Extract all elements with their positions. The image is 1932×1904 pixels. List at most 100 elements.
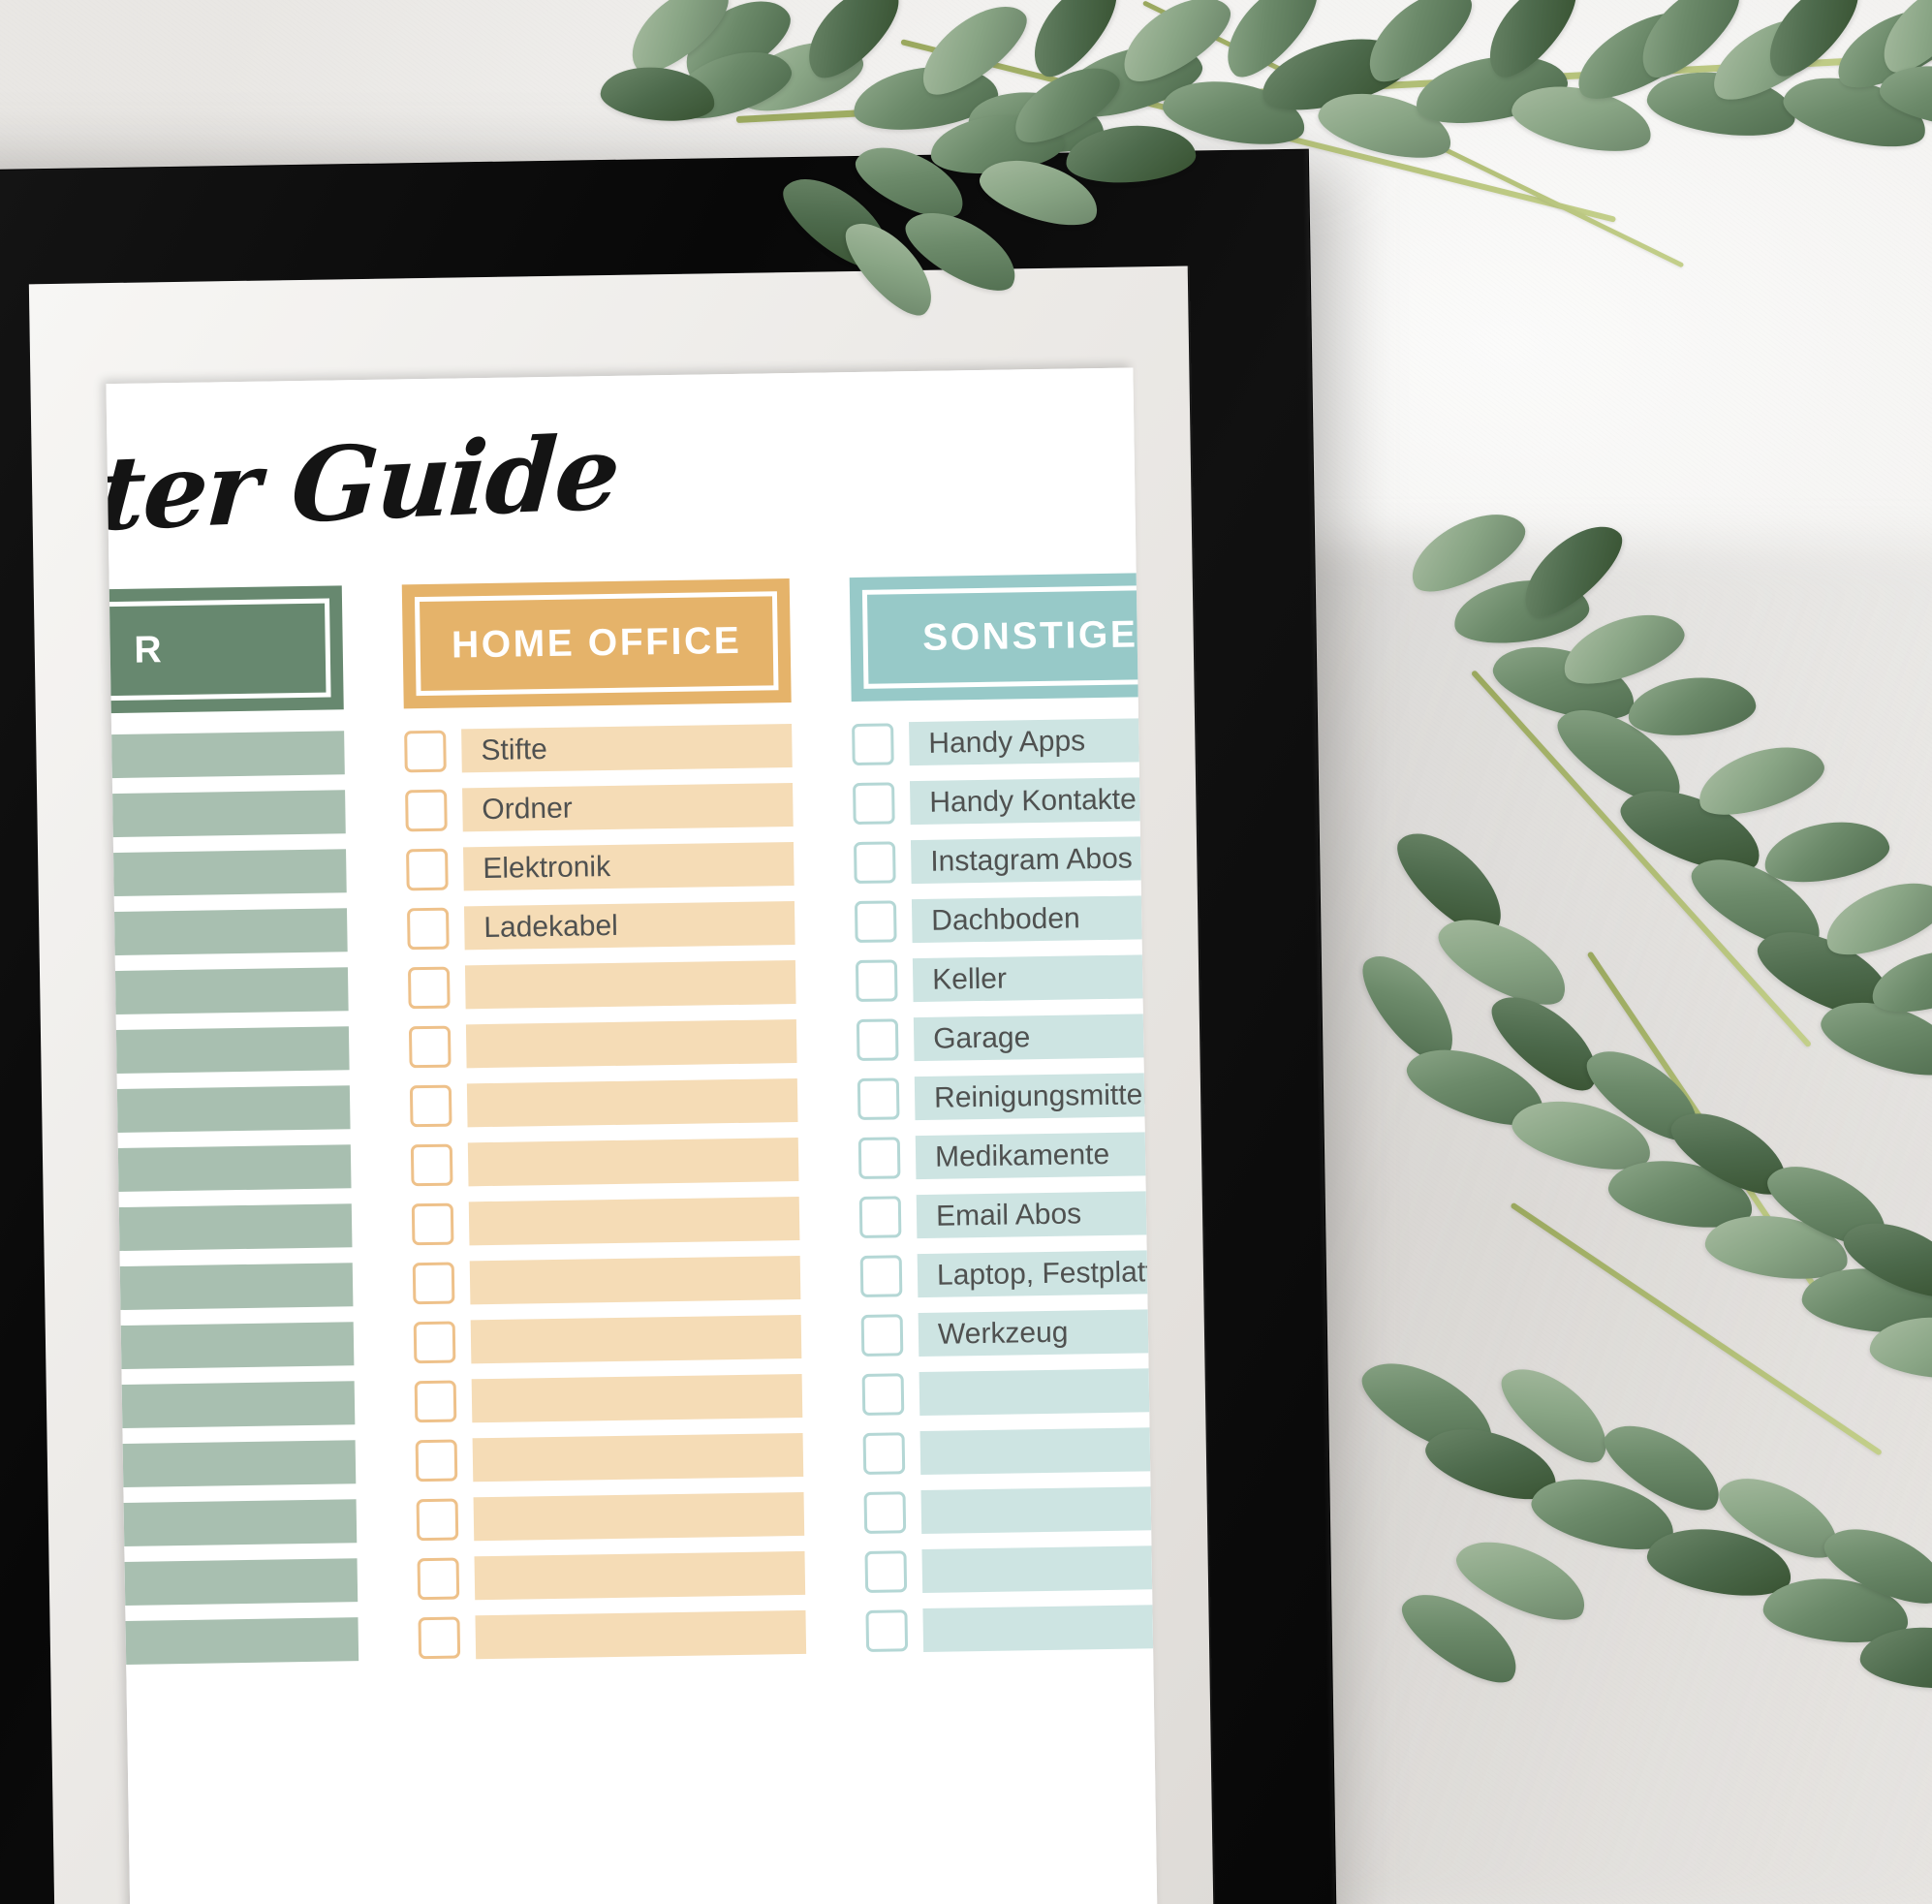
list-item[interactable]: [106, 1263, 354, 1312]
list-item[interactable]: [417, 1550, 806, 1601]
list-item[interactable]: [862, 1425, 1158, 1476]
checkbox[interactable]: [854, 900, 897, 944]
list-item[interactable]: [415, 1432, 804, 1483]
list-item[interactable]: [865, 1603, 1158, 1653]
list-item-label: Werkzeug: [918, 1307, 1158, 1358]
frame-mat: clutter Guide R HOME OFFICE Stifte Ordne…: [28, 265, 1214, 1904]
checkbox[interactable]: [416, 1498, 459, 1542]
list-item[interactable]: Garage: [856, 1012, 1158, 1062]
checkbox[interactable]: [410, 1143, 453, 1187]
checkbox[interactable]: [413, 1321, 456, 1364]
checkbox[interactable]: [864, 1550, 908, 1593]
checkbox[interactable]: [856, 1018, 899, 1062]
list-item[interactable]: Medikamente: [857, 1130, 1158, 1180]
checkbox[interactable]: [412, 1262, 455, 1305]
checkbox[interactable]: [860, 1314, 904, 1357]
list-item[interactable]: [106, 1085, 351, 1135]
list-item[interactable]: [412, 1255, 801, 1305]
list-item-label: [468, 1196, 800, 1246]
list-item[interactable]: [407, 960, 796, 1010]
checkbox[interactable]: [415, 1439, 458, 1483]
checkbox[interactable]: [859, 1255, 903, 1297]
list-item[interactable]: [106, 731, 345, 780]
checkbox[interactable]: [409, 1084, 452, 1128]
list-item[interactable]: [106, 1381, 356, 1430]
list-item[interactable]: Handy Apps: [852, 716, 1158, 766]
list-item-label: [470, 1314, 802, 1364]
list-item[interactable]: Laptop, Festplatte: [859, 1248, 1158, 1298]
checkbox[interactable]: [853, 782, 895, 826]
checkbox[interactable]: [863, 1491, 907, 1534]
checkbox[interactable]: [406, 907, 450, 951]
list-item[interactable]: [416, 1491, 805, 1542]
checkbox[interactable]: [857, 1137, 901, 1180]
checkbox[interactable]: [408, 1025, 452, 1069]
list-item-label: Ladekabel: [463, 901, 795, 951]
list-item[interactable]: [418, 1609, 807, 1660]
list-item[interactable]: [106, 1558, 358, 1607]
checkbox[interactable]: [414, 1380, 457, 1423]
list-item-label: [471, 1373, 803, 1423]
checkbox[interactable]: [865, 1609, 909, 1652]
list-item[interactable]: Ordner: [405, 783, 794, 832]
list-item[interactable]: [409, 1077, 798, 1128]
list-item[interactable]: Instagram Abos: [853, 834, 1158, 885]
column-header-label: HOME OFFICE: [451, 619, 742, 667]
list-item[interactable]: [413, 1314, 802, 1364]
list-item[interactable]: Reinigungsmittel: [857, 1071, 1158, 1121]
checkbox[interactable]: [862, 1432, 906, 1475]
list-item[interactable]: Ladekabel: [406, 901, 795, 951]
list-item-label: [472, 1432, 804, 1483]
list-item[interactable]: Dachboden: [854, 893, 1158, 944]
list-item[interactable]: Stifte: [404, 724, 793, 773]
list-item[interactable]: [863, 1484, 1158, 1535]
list-item-label: [919, 1425, 1158, 1476]
wall-shadow-gradient: [1250, 543, 1932, 1904]
list-item[interactable]: Email Abos: [858, 1189, 1158, 1239]
checkbox[interactable]: [853, 841, 896, 885]
checklist-columns: R HOME OFFICE Stifte Ordner Elektronik L…: [106, 571, 1158, 1668]
checkbox[interactable]: [855, 959, 898, 1003]
list-item-label: [106, 1558, 358, 1607]
checkbox[interactable]: [418, 1616, 461, 1660]
checkbox[interactable]: [852, 723, 894, 766]
list-item[interactable]: [106, 1026, 350, 1076]
checkbox[interactable]: [857, 1077, 900, 1121]
list-item-label: Dachboden: [911, 893, 1158, 944]
list-item[interactable]: [410, 1137, 799, 1187]
list-item[interactable]: Keller: [855, 952, 1158, 1003]
list-item[interactable]: [106, 1499, 358, 1548]
list-item[interactable]: [408, 1018, 797, 1069]
checkbox[interactable]: [404, 730, 447, 773]
checkbox[interactable]: [407, 966, 451, 1010]
list-item[interactable]: Handy Kontakte: [853, 775, 1158, 826]
checkbox[interactable]: [861, 1373, 905, 1416]
list-item-label: [106, 1440, 357, 1489]
checkbox[interactable]: [406, 848, 449, 891]
checklist-column-home-office: HOME OFFICE Stifte Ordner Elektronik Lad…: [401, 578, 807, 1660]
list-item[interactable]: [106, 1322, 355, 1371]
list-item[interactable]: [106, 790, 346, 839]
list-item[interactable]: [864, 1544, 1158, 1594]
column-header-green: R: [106, 585, 344, 716]
list-item[interactable]: [414, 1373, 803, 1423]
list-item[interactable]: [861, 1366, 1158, 1417]
list-item-label: [919, 1366, 1158, 1417]
list-item[interactable]: [411, 1196, 800, 1246]
list-item[interactable]: [106, 1617, 359, 1667]
list-item[interactable]: [106, 967, 349, 1016]
list-item[interactable]: Werkzeug: [860, 1307, 1158, 1358]
list-item[interactable]: [106, 849, 347, 898]
list-item[interactable]: Elektronik: [406, 842, 795, 891]
list-item-label: Reinigungsmittel: [914, 1071, 1158, 1121]
list-item[interactable]: [106, 908, 348, 957]
checkbox[interactable]: [858, 1196, 902, 1238]
list-item[interactable]: [106, 1144, 352, 1194]
checkbox[interactable]: [417, 1557, 460, 1601]
list-item-label: Handy Kontakte: [909, 775, 1158, 826]
list-item[interactable]: [106, 1203, 353, 1253]
checkbox[interactable]: [405, 789, 448, 832]
list-item[interactable]: [106, 1440, 357, 1489]
list-item-label: Ordner: [462, 783, 794, 832]
checkbox[interactable]: [411, 1202, 454, 1246]
